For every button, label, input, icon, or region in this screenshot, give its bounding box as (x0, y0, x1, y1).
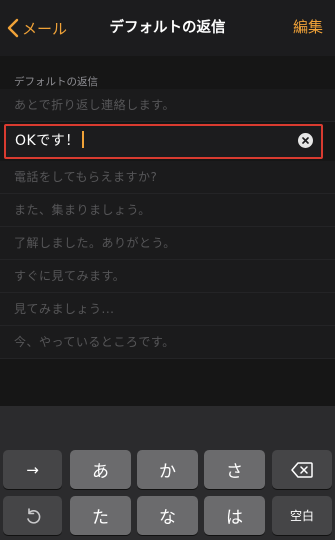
space-key[interactable]: 空白 (272, 496, 332, 535)
reply-text: 了解しました。ありがとう。 (14, 236, 176, 250)
replies-content: デフォルトの返信 あとで折り返し連絡します。 OKです！ 電話をしてもらえますか… (0, 56, 335, 406)
backspace-key[interactable] (272, 450, 332, 489)
key-a[interactable]: あ (70, 450, 131, 489)
clear-x-icon (302, 137, 309, 144)
reply-row[interactable]: すぐに見てみます。 (0, 260, 335, 293)
key-label: は (226, 508, 243, 528)
reply-edit-text: OKです！ (15, 133, 80, 149)
key-na[interactable]: な (137, 496, 198, 535)
undo-icon (26, 507, 40, 524)
kana-keyboard: → あ か さ た な は 空白 (0, 406, 335, 540)
navigation-bar: メール デフォルトの返信 編集 (0, 0, 335, 56)
key-label: か (159, 462, 176, 482)
text-cursor (81, 131, 84, 148)
reply-row[interactable]: 見てみましょう... (0, 293, 335, 326)
key-label: な (159, 508, 176, 528)
reply-list: あとで折り返し連絡します。 OKです！ 電話をしてもらえますか? また、集まりま… (0, 89, 335, 359)
reply-text: あとで折り返し連絡します。 (14, 98, 175, 112)
section-header: デフォルトの返信 (14, 76, 98, 88)
key-ka[interactable]: か (137, 450, 198, 489)
chevron-left-icon (7, 18, 19, 38)
key-ta[interactable]: た (70, 496, 131, 535)
reply-row[interactable]: 今、やっているところです。 (0, 326, 335, 359)
reply-row[interactable]: あとで折り返し連絡します。 (0, 89, 335, 122)
undo-key[interactable] (3, 496, 62, 535)
key-sa[interactable]: さ (204, 450, 265, 489)
reply-text: 見てみましょう... (14, 302, 115, 316)
back-button[interactable]: メール (6, 12, 67, 44)
reply-text: 今、やっているところです。 (14, 335, 175, 349)
key-label: さ (226, 462, 243, 482)
reply-row[interactable]: 了解しました。ありがとう。 (0, 227, 335, 260)
screen: メール デフォルトの返信 編集 デフォルトの返信 あとで折り返し連絡します。 O… (0, 0, 335, 540)
reply-row[interactable]: また、集まりましょう。 (0, 194, 335, 227)
back-button-label: メール (22, 19, 68, 38)
key-label: た (92, 508, 109, 528)
arrow-right-key[interactable]: → (3, 450, 62, 489)
arrow-right-icon: → (26, 460, 39, 479)
space-key-label: 空白 (289, 509, 314, 523)
reply-text: 電話をしてもらえますか? (14, 170, 158, 184)
reply-text: すぐに見てみます。 (14, 269, 126, 283)
reply-edit-field[interactable]: OKです！ (4, 124, 323, 159)
reply-text: また、集まりましょう。 (14, 203, 151, 217)
key-ha[interactable]: は (204, 496, 265, 535)
clear-text-button[interactable] (298, 133, 313, 148)
reply-row[interactable]: 電話をしてもらえますか? (0, 161, 335, 194)
backspace-icon (291, 461, 313, 478)
key-label: あ (92, 462, 109, 482)
edit-button[interactable]: 編集 (293, 16, 323, 37)
